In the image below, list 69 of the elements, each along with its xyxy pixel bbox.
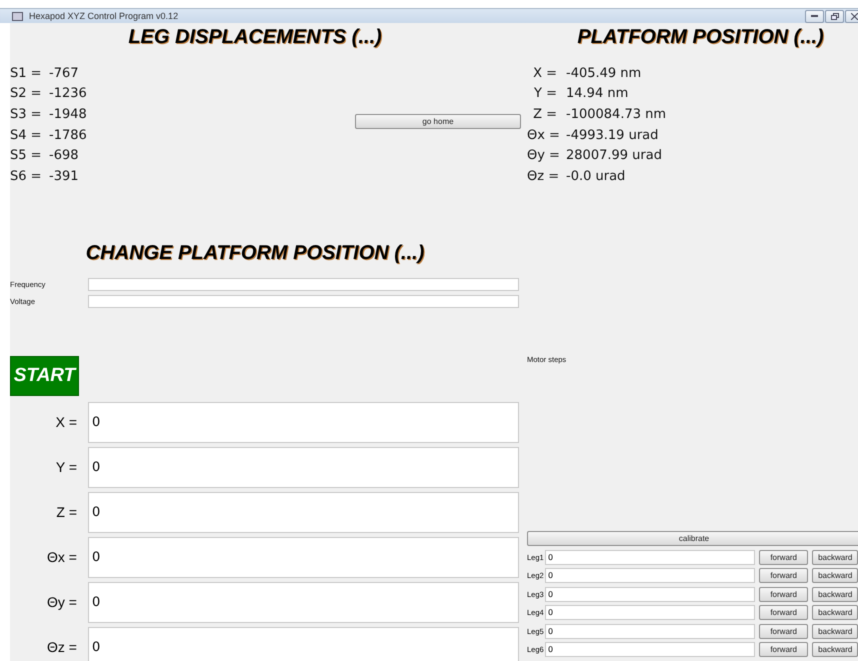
forward-button[interactable]: forward [758, 642, 808, 658]
coordinate-label: Y = [54, 459, 77, 476]
input-field[interactable]: 0 [88, 536, 519, 578]
coordinate-label: Θy = [46, 594, 77, 610]
minimize-icon [811, 14, 818, 18]
go-home-button[interactable]: go home [355, 114, 521, 129]
forward-button[interactable]: forward [758, 586, 808, 602]
input-field[interactable]: 0 [545, 586, 755, 602]
backward-button[interactable]: backward [812, 605, 858, 620]
input-field[interactable]: 0 [88, 446, 519, 488]
forward-button[interactable]: forward [758, 550, 808, 565]
input-field[interactable]: 0 [545, 550, 755, 565]
reading-label: Θx = [527, 128, 557, 143]
restore-button[interactable] [825, 10, 844, 22]
reading-label: S5 = [10, 148, 40, 164]
reading-label: S6 = [10, 168, 40, 184]
reading-value: -100084.73 nm [566, 106, 666, 122]
coordinate-label: Z = [55, 504, 77, 520]
coordinate-label: Θz = [46, 639, 77, 656]
reading-label: S1 = [10, 66, 40, 81]
backward-button[interactable]: backward [812, 586, 858, 602]
reading-value: -391 [49, 168, 79, 184]
reading-label: Z = [532, 106, 557, 122]
app-icon [12, 12, 23, 20]
input-field[interactable]: 0 [545, 624, 755, 639]
reading-label: Y = [533, 86, 557, 102]
calibrate-button[interactable]: calibrate [527, 530, 858, 546]
reading-value: 28007.99 urad [566, 148, 662, 164]
forward-button[interactable]: forward [758, 568, 808, 584]
section-heading: CHANGE PLATFORM POSITION (...) [86, 240, 424, 266]
restore-icon [830, 12, 838, 20]
forward-button[interactable]: forward [758, 605, 808, 620]
reading-value: -1786 [49, 128, 87, 143]
reading-label: Θz = [527, 168, 557, 184]
input-field[interactable] [88, 294, 519, 308]
backward-button[interactable]: backward [812, 624, 858, 639]
coordinate-label: Θx = [46, 549, 77, 566]
input-field[interactable]: 0 [88, 626, 519, 661]
reading-label: S2 = [10, 86, 40, 102]
backward-button[interactable]: backward [812, 642, 858, 658]
section-heading: PLATFORM POSITION (...) [577, 25, 824, 50]
backward-button[interactable]: backward [812, 568, 858, 584]
input-field[interactable] [88, 278, 519, 291]
minimize-button[interactable] [805, 10, 824, 22]
reading-label: X = [532, 66, 557, 81]
reading-label: S4 = [10, 128, 40, 143]
forward-button[interactable]: forward [758, 624, 808, 639]
reading-value: -405.49 nm [566, 66, 642, 81]
input-field[interactable]: 0 [545, 642, 755, 658]
start-button[interactable]: START [10, 356, 79, 396]
reading-value: -1948 [49, 106, 87, 122]
reading-label: Θy = [527, 148, 557, 164]
backward-button[interactable]: backward [812, 550, 858, 565]
close-icon [851, 12, 858, 20]
input-field[interactable]: 0 [88, 402, 519, 443]
reading-label: S3 = [10, 106, 40, 122]
window-title: Hexapod XYZ Control Program v0.12 [29, 11, 180, 21]
coordinate-label: X = [54, 414, 77, 430]
reading-value: -0.0 urad [566, 168, 626, 184]
reading-value: -1236 [49, 86, 87, 102]
input-field[interactable]: 0 [545, 605, 755, 620]
reading-value: 14.94 nm [566, 86, 628, 102]
reading-value: -767 [49, 66, 79, 81]
section-heading: LEG DISPLACEMENTS (...) [128, 25, 382, 50]
input-field[interactable]: 0 [545, 568, 755, 584]
input-field[interactable]: 0 [88, 582, 519, 623]
reading-value: -698 [49, 148, 79, 164]
input-field[interactable]: 0 [88, 492, 519, 533]
reading-value: -4993.19 urad [566, 128, 658, 143]
